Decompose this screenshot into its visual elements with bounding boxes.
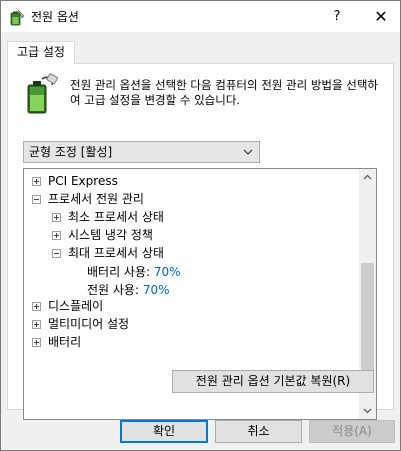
collapse-minus-icon[interactable] [52, 249, 61, 258]
tree-item-label: 배터리 사용: [87, 265, 151, 279]
tab-advanced-settings[interactable]: 고급 설정 [7, 41, 75, 64]
tree-item-label: 멀티미디어 설정 [48, 317, 130, 331]
on-battery-value-link[interactable]: 70% [154, 265, 181, 279]
expand-plus-icon[interactable] [32, 177, 41, 186]
tree-item-label: 프로세서 전원 관리 [48, 192, 144, 206]
tree-item-label: 시스템 냉각 정책 [68, 228, 153, 242]
description-text: 전원 관리 옵션을 선택한 다음 컴퓨터의 전원 관리 방법을 선택하여 고급 … [70, 78, 378, 107]
expand-plus-icon[interactable] [52, 213, 61, 222]
scroll-down-arrow-icon[interactable] [359, 402, 376, 419]
power-plan-select[interactable]: 균형 조정 [활성] [23, 141, 260, 163]
tree-item-label: 디스플레이 [48, 299, 104, 313]
restore-defaults-button[interactable]: 전원 관리 옵션 기본값 복원(R) [172, 370, 374, 393]
collapse-minus-icon[interactable] [32, 195, 41, 204]
help-button[interactable]: ? [319, 1, 355, 32]
tree-item-label: 배터리 [48, 335, 82, 349]
tree-item-label: 전원 사용: [87, 283, 140, 297]
expand-plus-icon[interactable] [32, 302, 41, 311]
tree-item-label: 최대 프로세서 상태 [68, 246, 164, 260]
power-options-dialog: 전원 옵션 ? ✕ 고급 설정 전원 관리 옵션을 선택한 다음 컴퓨터의 전원… [0, 0, 401, 451]
close-button[interactable]: ✕ [363, 1, 399, 32]
scroll-up-arrow-icon[interactable] [359, 169, 376, 186]
chevron-down-icon [243, 149, 253, 155]
tree-item-label: 최소 프로세서 상태 [68, 210, 164, 224]
apply-button[interactable]: 적용(A) [309, 420, 395, 443]
plugged-in-value-link[interactable]: 70% [143, 283, 170, 297]
tree-item-label: PCI Express [48, 174, 118, 188]
ok-button[interactable]: 확인 [120, 420, 208, 443]
advanced-settings-panel: 전원 관리 옵션을 선택한 다음 컴퓨터의 전원 관리 방법을 선택하여 고급 … [7, 63, 394, 420]
battery-plug-icon [27, 73, 58, 114]
expand-plus-icon[interactable] [32, 320, 41, 329]
expand-plus-icon[interactable] [32, 338, 41, 347]
title-bar[interactable]: 전원 옵션 ? ✕ [1, 1, 400, 32]
cancel-button[interactable]: 취소 [215, 420, 302, 443]
window-title: 전원 옵션 [31, 10, 79, 24]
tree-item-on-battery[interactable]: 배터리 사용: 70% [87, 263, 181, 281]
power-options-app-icon [10, 9, 25, 26]
expand-plus-icon[interactable] [52, 231, 61, 240]
power-plan-value: 균형 조정 [활성] [29, 145, 113, 159]
